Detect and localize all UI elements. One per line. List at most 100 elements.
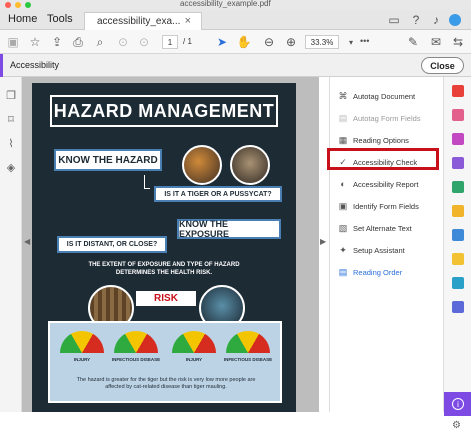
know-exposure-box: KNOW THE EXPOSURE	[177, 219, 281, 239]
accessibility-tools-panel: ⌘ Autotag Document ▤ Autotag Form Fields ▦…	[329, 77, 443, 412]
comment-rail-icon[interactable]	[452, 205, 464, 217]
gauge-panel: INJURY INFECTIOUS DISEASE INJURY INFECTI…	[48, 321, 282, 403]
page-number-input[interactable]: 1	[162, 35, 178, 49]
gauge-disease-1	[114, 331, 158, 353]
attachments-icon[interactable]: ⌇	[5, 137, 17, 150]
notifications-icon[interactable]: ♪	[429, 13, 443, 27]
accessibility-icon: i	[452, 398, 464, 410]
export-icon[interactable]	[452, 181, 464, 193]
layers-icon[interactable]: ◈	[5, 161, 17, 174]
item-label: Autotag Form Fields	[353, 113, 421, 123]
zoom-in-icon[interactable]: ⊕	[284, 35, 298, 49]
reading-order-icon: ▤	[338, 266, 348, 277]
question1-box: IS IT A TIGER OR A PUSSYCAT?	[154, 186, 282, 202]
fill-sign-icon[interactable]	[452, 157, 464, 169]
document-tab-label: accessibility_exa...	[97, 16, 181, 27]
gauge-label: INFECTIOUS DISEASE	[111, 357, 161, 362]
pdf-page: HAZARD MANAGEMENT KNOW THE HAZARD IS IT …	[32, 83, 296, 412]
left-nav-pane: ❐ ⌑ ⌇ ◈	[0, 77, 22, 412]
zoom-search-icon[interactable]: ⌕	[93, 35, 107, 49]
scan-icon[interactable]	[452, 277, 464, 289]
accessibility-label: Accessibility	[10, 60, 60, 70]
item-label: Identify Form Fields	[353, 201, 419, 211]
edit-pdf-icon[interactable]: ✎	[406, 35, 420, 49]
gauge-injury-2	[172, 331, 216, 353]
zoom-out-icon[interactable]: ⊖	[262, 35, 276, 49]
more-tools-icon[interactable]: ⚙	[452, 420, 464, 431]
save-icon[interactable]: ▣	[6, 35, 20, 49]
window-title: accessibility_example.pdf	[180, 0, 271, 8]
tools-rail: i ⚙	[443, 77, 471, 431]
know-hazard-box: KNOW THE HAZARD	[54, 149, 162, 171]
risk-label: RISK	[136, 291, 196, 306]
bookmarks-icon[interactable]: ⌑	[5, 113, 17, 126]
item-label: Reading Order	[353, 267, 403, 277]
profile-avatar[interactable]	[449, 14, 461, 26]
accessibility-report-item[interactable]: ◐ Accessibility Report	[338, 175, 418, 193]
document-tab[interactable]: accessibility_exa... ×	[84, 12, 202, 30]
collapse-right-icon[interactable]: ▶	[320, 237, 326, 246]
title-bar: accessibility_example.pdf	[0, 0, 471, 10]
accessibility-check-highlight	[327, 148, 439, 170]
question2-box: IS IT DISTANT, OR CLOSE?	[57, 236, 167, 253]
next-page-icon[interactable]: ⊙	[137, 35, 151, 49]
form-autotag-icon: ▤	[338, 112, 348, 123]
tools-tab[interactable]: Tools	[47, 13, 73, 25]
window-controls[interactable]	[5, 2, 31, 8]
pages-icon[interactable]: ❐	[5, 89, 17, 102]
reading-options-icon: ▦	[338, 134, 348, 145]
form-fields-icon: ▣	[338, 200, 348, 211]
maximize-window-button[interactable]	[25, 2, 31, 8]
hand-tool-icon[interactable]: ✋	[237, 35, 252, 49]
item-label: Accessibility Report	[353, 179, 419, 189]
accessibility-toolbar: Accessibility Close	[0, 54, 471, 77]
tiger-image	[182, 145, 222, 185]
send-icon[interactable]	[452, 253, 464, 265]
extent-text: THE EXTENT OF EXPOSURE AND TYPE OF HAZAR…	[88, 262, 240, 276]
accessibility-tool-active[interactable]: i	[444, 392, 471, 416]
collapse-left-icon[interactable]: ◀	[24, 237, 30, 246]
autotag-icon: ⌘	[338, 90, 348, 101]
create-pdf-icon[interactable]	[452, 109, 464, 121]
prev-page-icon[interactable]: ⊙	[116, 35, 130, 49]
reading-order-item[interactable]: ▤ Reading Order	[338, 263, 402, 281]
set-alternate-text-item[interactable]: ▧ Set Alternate Text	[338, 219, 412, 237]
share-icon[interactable]: ⇆	[451, 35, 465, 49]
bookmark-star-icon[interactable]: ☆	[28, 35, 42, 49]
wand-icon: ✦	[339, 244, 347, 255]
help-icon[interactable]: ?	[409, 13, 423, 27]
toolbar: ▣ ☆ ⇪ ⎙ ⌕ ⊙ ⊙ 1 / 1 ➤ ✋ ⊖ ⊕ 33.3% ▾ ••• …	[0, 30, 471, 54]
more-tools-button[interactable]: •••	[360, 36, 369, 46]
minimize-window-button[interactable]	[15, 2, 21, 8]
connector-line	[144, 175, 150, 189]
comment-icon[interactable]: ▭	[387, 13, 401, 27]
select-arrow-icon[interactable]: ➤	[215, 35, 229, 49]
gauge-label: INJURY	[73, 357, 91, 362]
close-tool-button[interactable]: Close	[421, 57, 464, 74]
edit-pdf-rail-icon[interactable]	[452, 133, 464, 145]
upload-icon[interactable]: ⇪	[50, 35, 64, 49]
organize-pages-icon[interactable]	[452, 229, 464, 241]
accent-stripe	[0, 54, 3, 77]
close-tab-icon[interactable]: ×	[185, 15, 191, 27]
email-icon[interactable]: ✉	[429, 35, 443, 49]
protect-icon[interactable]	[452, 301, 464, 313]
setup-assistant-item[interactable]: ✦ Setup Assistant	[338, 241, 404, 259]
gauge-disease-2	[226, 331, 270, 353]
home-tab[interactable]: Home	[8, 13, 37, 25]
gauge-injury-1	[60, 331, 104, 353]
export-pdf-icon[interactable]	[452, 85, 464, 97]
item-label: Reading Options	[353, 135, 409, 145]
identify-form-fields-item[interactable]: ▣ Identify Form Fields	[338, 197, 419, 215]
zoom-dropdown-icon[interactable]: ▾	[344, 35, 358, 49]
autotag-document-item[interactable]: ⌘ Autotag Document	[338, 87, 416, 105]
gauge-label: INFECTIOUS DISEASE	[223, 357, 273, 362]
autotag-form-fields-item[interactable]: ▤ Autotag Form Fields	[338, 109, 421, 127]
item-label: Autotag Document	[353, 91, 416, 101]
alt-text-icon: ▧	[338, 222, 348, 233]
reading-options-item[interactable]: ▦ Reading Options	[338, 131, 409, 149]
close-window-button[interactable]	[5, 2, 11, 8]
page-total: / 1	[183, 37, 192, 46]
print-icon[interactable]: ⎙	[71, 35, 85, 49]
zoom-level-field[interactable]: 33.3%	[305, 35, 339, 49]
